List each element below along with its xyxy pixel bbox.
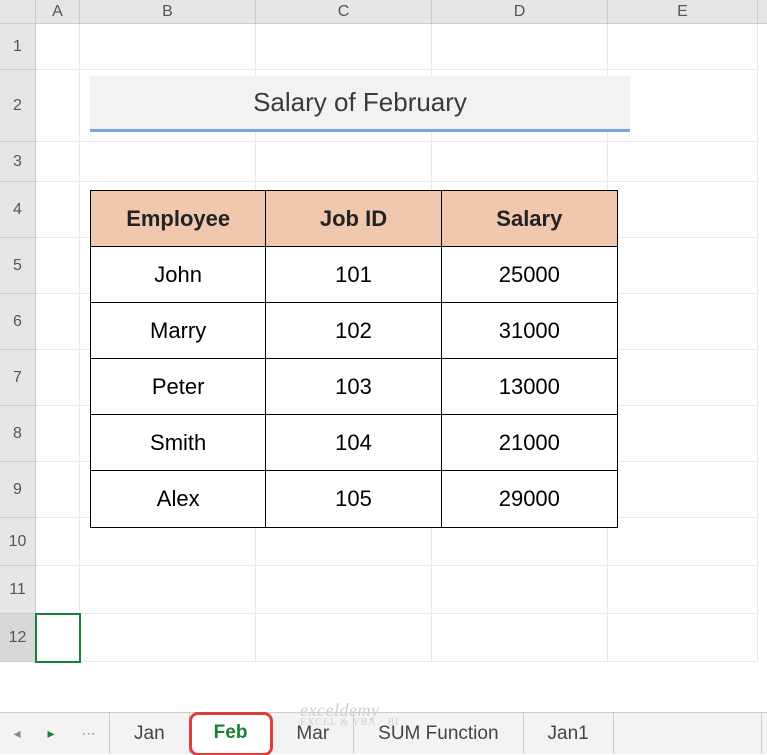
cell[interactable] <box>36 518 80 566</box>
cell[interactable] <box>36 350 80 406</box>
cell[interactable] <box>432 24 608 70</box>
cell[interactable] <box>608 350 758 406</box>
table-row: Peter 103 13000 <box>91 359 617 415</box>
salary-table: Employee Job ID Salary John 101 25000 Ma… <box>90 190 618 528</box>
col-header-A[interactable]: A <box>36 0 80 23</box>
row-header[interactable]: 11 <box>0 566 36 614</box>
cell[interactable] <box>608 294 758 350</box>
cell[interactable] <box>256 142 432 182</box>
col-header-E[interactable]: E <box>608 0 758 23</box>
cell-salary[interactable]: 31000 <box>442 303 617 359</box>
sheet-tab-mar[interactable]: Mar <box>272 713 354 754</box>
row-header[interactable]: 8 <box>0 406 36 462</box>
col-header-D[interactable]: D <box>432 0 608 23</box>
cell-jobid[interactable]: 105 <box>266 471 441 527</box>
cell[interactable] <box>256 24 432 70</box>
cell[interactable] <box>36 70 80 142</box>
cell[interactable] <box>36 406 80 462</box>
cell[interactable] <box>80 566 256 614</box>
row-header[interactable]: 12 <box>0 614 36 662</box>
tab-nav-next-icon[interactable]: ▸ <box>47 725 54 742</box>
sheet-tab-jan[interactable]: Jan <box>110 713 190 754</box>
sheet-title: Salary of February <box>90 76 630 132</box>
cell[interactable] <box>36 566 80 614</box>
cell-salary[interactable]: 13000 <box>442 359 617 415</box>
cell[interactable] <box>36 294 80 350</box>
spreadsheet-grid: A B C D E 1 2 3 4 5 6 7 8 9 10 11 12 Sal… <box>0 0 767 712</box>
select-all-corner[interactable] <box>0 0 36 23</box>
table-row: John 101 25000 <box>91 247 617 303</box>
cell[interactable] <box>608 462 758 518</box>
cell[interactable] <box>608 518 758 566</box>
cell[interactable] <box>256 614 432 662</box>
cell-employee[interactable]: Alex <box>91 471 266 527</box>
cell-employee[interactable]: John <box>91 247 266 303</box>
row-header[interactable]: 9 <box>0 462 36 518</box>
cell-jobid[interactable]: 104 <box>266 415 441 471</box>
cell[interactable] <box>36 238 80 294</box>
cell[interactable] <box>432 142 608 182</box>
col-header-C[interactable]: C <box>256 0 432 23</box>
cell[interactable] <box>608 24 758 70</box>
cell-salary[interactable]: 21000 <box>442 415 617 471</box>
row-header[interactable]: 4 <box>0 182 36 238</box>
cell[interactable] <box>608 182 758 238</box>
cell-employee[interactable]: Smith <box>91 415 266 471</box>
table-header-jobid[interactable]: Job ID <box>266 191 441 247</box>
cell[interactable] <box>608 614 758 662</box>
cell-jobid[interactable]: 101 <box>266 247 441 303</box>
active-cell[interactable] <box>36 614 80 662</box>
sheet-tab-feb[interactable]: Feb <box>190 713 273 755</box>
cell[interactable] <box>80 142 256 182</box>
row-header[interactable]: 10 <box>0 518 36 566</box>
row-header[interactable]: 2 <box>0 70 36 142</box>
cell[interactable] <box>36 182 80 238</box>
cell[interactable] <box>432 614 608 662</box>
cell-jobid[interactable]: 103 <box>266 359 441 415</box>
cell[interactable] <box>608 70 758 142</box>
cell[interactable] <box>608 566 758 614</box>
table-row: Smith 104 21000 <box>91 415 617 471</box>
tab-strip-divider <box>761 713 767 754</box>
sheet-tabs: Jan Feb Mar SUM Function Jan1 <box>110 713 614 754</box>
column-headers: A B C D E <box>0 0 767 24</box>
cell[interactable] <box>256 566 432 614</box>
cell[interactable] <box>36 142 80 182</box>
row-header[interactable]: 7 <box>0 350 36 406</box>
cell-jobid[interactable]: 102 <box>266 303 441 359</box>
cell[interactable] <box>36 462 80 518</box>
sheet-tab-strip: ◂ ▸ ⋯ Jan Feb Mar SUM Function Jan1 <box>0 712 767 754</box>
table-row: Alex 105 29000 <box>91 471 617 527</box>
cell-salary[interactable]: 29000 <box>442 471 617 527</box>
cell-employee[interactable]: Peter <box>91 359 266 415</box>
cell[interactable] <box>80 24 256 70</box>
cell[interactable] <box>432 566 608 614</box>
col-header-B[interactable]: B <box>80 0 256 23</box>
cell[interactable] <box>608 238 758 294</box>
sheet-tab-jan1[interactable]: Jan1 <box>524 713 614 754</box>
tab-nav: ◂ ▸ ⋯ <box>0 713 110 754</box>
tab-nav-more-icon[interactable]: ⋯ <box>81 725 95 742</box>
cell-salary[interactable]: 25000 <box>442 247 617 303</box>
cell[interactable] <box>608 406 758 462</box>
table-header-salary[interactable]: Salary <box>442 191 617 247</box>
row-header[interactable]: 6 <box>0 294 36 350</box>
cell[interactable] <box>608 142 758 182</box>
row-header[interactable]: 5 <box>0 238 36 294</box>
table-header-employee[interactable]: Employee <box>91 191 266 247</box>
cell-employee[interactable]: Marry <box>91 303 266 359</box>
row-header[interactable]: 1 <box>0 24 36 70</box>
sheet-tab-sum-function[interactable]: SUM Function <box>354 713 523 754</box>
row-header[interactable]: 3 <box>0 142 36 182</box>
cell[interactable] <box>36 24 80 70</box>
cell[interactable] <box>80 614 256 662</box>
tab-nav-prev-icon[interactable]: ◂ <box>13 725 20 742</box>
table-row: Marry 102 31000 <box>91 303 617 359</box>
